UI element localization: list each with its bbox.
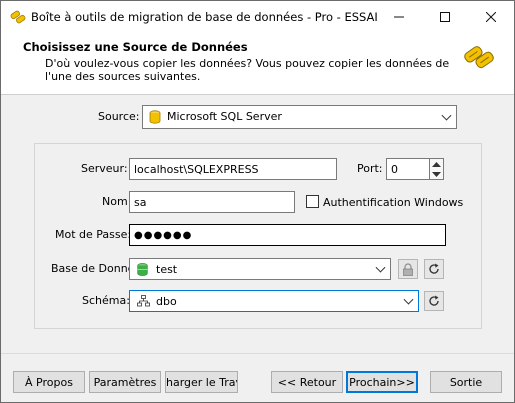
app-logo-icon xyxy=(10,10,26,24)
database-label: Base de Donné xyxy=(51,262,135,275)
close-icon xyxy=(486,11,496,22)
source-value: Microsoft SQL Server xyxy=(167,110,282,123)
window-title: Boîte à outils de migration de base de d… xyxy=(31,10,378,24)
app-window: Boîte à outils de migration de base de d… xyxy=(0,0,515,403)
port-label: Port: xyxy=(357,162,383,175)
database-value: test xyxy=(156,263,178,276)
minimize-icon xyxy=(394,16,404,17)
settings-button[interactable]: Paramètres xyxy=(89,371,161,393)
source-label: Source: xyxy=(98,110,140,123)
port-input[interactable]: 0 xyxy=(386,158,430,180)
schema-tree-icon xyxy=(137,295,150,307)
next-button[interactable]: Prochain>> xyxy=(346,371,418,393)
windows-auth-label[interactable]: Authentification Windows xyxy=(323,196,463,209)
schema-label: Schéma: xyxy=(82,294,130,307)
minimize-button[interactable] xyxy=(376,1,422,32)
source-dropdown[interactable]: Microsoft SQL Server xyxy=(142,105,457,129)
about-button[interactable]: À Propos xyxy=(13,371,85,393)
page-title: Choisissez une Source de Données xyxy=(23,40,248,54)
exit-button[interactable]: Sortie xyxy=(430,371,502,393)
database-migration-icon xyxy=(464,46,494,69)
password-label: Mot de Passe: xyxy=(55,228,132,241)
close-button[interactable] xyxy=(468,1,514,32)
lock-button[interactable] xyxy=(398,259,418,279)
refresh-database-button[interactable] xyxy=(424,259,444,279)
password-input[interactable]: ●●●●●● xyxy=(129,224,446,246)
refresh-icon xyxy=(429,295,439,306)
refresh-icon xyxy=(429,263,439,274)
chevron-down-icon xyxy=(441,110,452,121)
database-dropdown[interactable]: test xyxy=(129,258,391,280)
stepper-up-icon[interactable] xyxy=(432,162,441,167)
maximize-icon xyxy=(440,11,450,22)
load-job-button[interactable]: harger le Trava xyxy=(165,371,238,393)
port-stepper[interactable] xyxy=(430,158,444,180)
windows-auth-checkbox[interactable] xyxy=(306,195,319,208)
server-input[interactable]: localhost\SQLEXPRESS xyxy=(129,158,337,180)
database-icon xyxy=(149,110,161,124)
back-button[interactable]: << Retour xyxy=(271,371,343,393)
database-green-icon xyxy=(137,263,148,276)
page-subtitle: D'où voulez-vous copier les données? Vou… xyxy=(45,57,450,83)
stepper-down-icon[interactable] xyxy=(432,172,441,177)
server-label: Serveur: xyxy=(81,162,128,175)
footer-divider xyxy=(1,353,514,354)
refresh-schema-button[interactable] xyxy=(424,291,444,311)
schema-dropdown[interactable]: dbo xyxy=(129,290,419,312)
title-bar: Boîte à outils de migration de base de d… xyxy=(1,1,514,32)
schema-value: dbo xyxy=(156,295,177,308)
wizard-header: Choisissez une Source de Données D'où vo… xyxy=(1,32,514,95)
name-label: Nom xyxy=(102,195,128,208)
chevron-down-icon xyxy=(375,262,386,273)
lock-icon xyxy=(403,262,413,276)
maximize-button[interactable] xyxy=(422,1,468,32)
name-input[interactable]: sa xyxy=(129,191,295,213)
chevron-down-icon xyxy=(403,294,414,305)
